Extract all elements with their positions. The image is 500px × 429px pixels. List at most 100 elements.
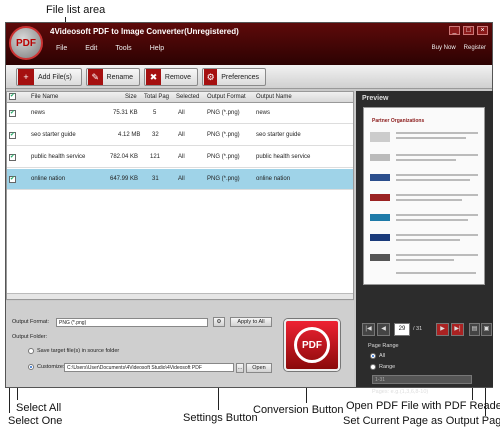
col-total-pages[interactable]: Total Pag [144,94,169,100]
close-button[interactable]: × [477,26,488,35]
minimize-button[interactable]: _ [449,26,460,35]
output-path-field[interactable]: C:\Users\User\Documents\4Videosoft Studi… [64,363,234,372]
cell-pages: 5 [153,110,157,116]
add-files-button[interactable]: + Add File(s) [16,68,82,86]
preview-text-line [396,199,462,201]
browse-button[interactable]: … [236,363,244,373]
pdf-logo-icon: PDF [9,26,43,60]
remove-button[interactable]: ✖ Remove [144,68,198,86]
first-page-button[interactable]: |◀ [362,323,375,336]
menu-file[interactable]: File [56,45,67,52]
last-page-button[interactable]: ▶| [451,323,464,336]
range-all-radio[interactable] [370,353,376,359]
maximize-button[interactable]: □ [463,26,474,35]
rename-button[interactable]: ✎ Rename [86,68,140,86]
col-output-name[interactable]: Output Name [256,94,292,100]
customize-radio[interactable] [28,364,34,370]
cell-format: PNG (*.png) [207,132,240,138]
col-output-format[interactable]: Output Format [207,94,246,100]
horizontal-scrollbar[interactable] [7,293,353,299]
menu-help[interactable]: Help [150,45,164,52]
preview-text-line [396,214,478,216]
preview-text-line [396,239,460,241]
page-range-label: Page Range [368,343,399,349]
preview-text-line [396,254,478,256]
output-folder-label: Output Folder: [12,334,48,340]
cell-size: 4.12 MB [118,132,141,138]
convert-pdf-icon: PDF [294,327,330,363]
preview-logo [370,154,390,161]
cell-output-name: seo starter guide [256,132,301,138]
callout-select-one: Select One [8,415,63,427]
range-input[interactable]: 1-31 [372,375,472,384]
output-format-label: Output Format: [12,319,49,325]
row-checkbox[interactable]: ✔ [9,110,16,117]
file-list-header: ✔ File Name Size Total Pag Selected Outp… [7,92,353,103]
convert-button[interactable]: PDF [284,319,340,371]
prev-page-button[interactable]: ◀ [377,323,390,336]
pencil-icon: ✎ [88,69,103,85]
cell-format: PNG (*.png) [207,110,240,116]
preview-text-line [396,272,476,274]
top-links: Buy Now Register [432,45,486,51]
range-input-value: 1-31 [375,377,386,383]
set-output-page-button[interactable]: ▣ [481,323,492,336]
cell-selected: All [178,110,185,116]
cell-format: PNG (*.png) [207,154,240,160]
callout-conversion-button: Conversion Button [253,404,344,416]
output-path-value: C:\Users\User\Documents\4Videosoft Studi… [67,365,202,371]
row-checkbox[interactable]: ✔ [9,176,16,183]
apply-to-all-button[interactable]: Apply to All [230,317,272,327]
output-format-select[interactable]: PNG (*.png) [56,318,208,327]
col-selected[interactable]: Selected [176,94,199,100]
cell-size: 647.99 KB [110,176,139,182]
cell-format: PNG (*.png) [207,176,240,182]
open-pdf-reader-button[interactable]: ▤ [469,323,480,336]
cell-size: 75.31 KB [113,110,138,116]
total-pages: / 31 [413,326,423,332]
menu-tools[interactable]: Tools [115,45,131,52]
preview-doc-header: Partner Organizations [372,118,425,124]
table-row[interactable]: ✔ news 75.31 KB 5 All PNG (*.png) news [7,103,353,124]
table-row[interactable]: ✔ online nation 647.99 KB 31 All PNG (*.… [7,169,353,190]
pages-hint: Pages: e.g.(1,3,6,8-10) [372,389,429,395]
preview-panel: Preview Partner Organizations |◀ ◀ 29 / … [356,91,493,395]
row-checkbox[interactable]: ✔ [9,154,16,161]
cell-file-name: news [31,110,46,116]
menu-edit[interactable]: Edit [85,45,97,52]
preview-logo [370,234,390,241]
cell-pages: 121 [150,154,161,160]
next-page-button[interactable]: ▶ [436,323,449,336]
buy-now-link[interactable]: Buy Now [432,45,456,51]
cell-output-name: public health service [256,154,311,160]
preview-text-line [396,159,456,161]
current-page-input[interactable]: 29 [394,323,410,336]
preview-text-line [396,179,470,181]
row-checkbox[interactable]: ✔ [9,132,16,139]
file-list: ✔ File Name Size Total Pag Selected Outp… [6,91,354,300]
range-custom-radio[interactable] [370,364,376,370]
col-size[interactable]: Size [125,94,137,100]
save-source-radio[interactable] [28,348,34,354]
table-row[interactable]: ✔ public health service 782.04 KB 121 Al… [7,147,353,168]
preview-text-line [396,194,478,196]
preferences-button[interactable]: ⚙ Preferences [202,68,266,86]
preview-logo [370,214,390,221]
range-custom-label: Range [379,364,396,370]
register-link[interactable]: Register [464,45,486,51]
preview-text-line [396,259,454,261]
callout-settings-button: Settings Button [183,412,258,424]
table-row[interactable]: ✔ seo starter guide 4.12 MB 32 All PNG (… [7,125,353,146]
open-folder-button[interactable]: Open [246,363,272,373]
preview-title: Preview [362,95,389,102]
gear-icon: ⚙ [204,69,218,85]
select-all-checkbox[interactable]: ✔ [9,93,16,100]
col-file-name[interactable]: File Name [31,94,58,100]
preview-text-line [396,132,478,134]
remove-icon: ✖ [146,69,161,85]
preview-text-line [396,234,478,236]
preferences-label: Preferences [221,73,259,81]
settings-button[interactable]: ⚙ [213,317,225,327]
preview-logo [370,254,390,261]
cell-pages: 31 [152,176,159,182]
